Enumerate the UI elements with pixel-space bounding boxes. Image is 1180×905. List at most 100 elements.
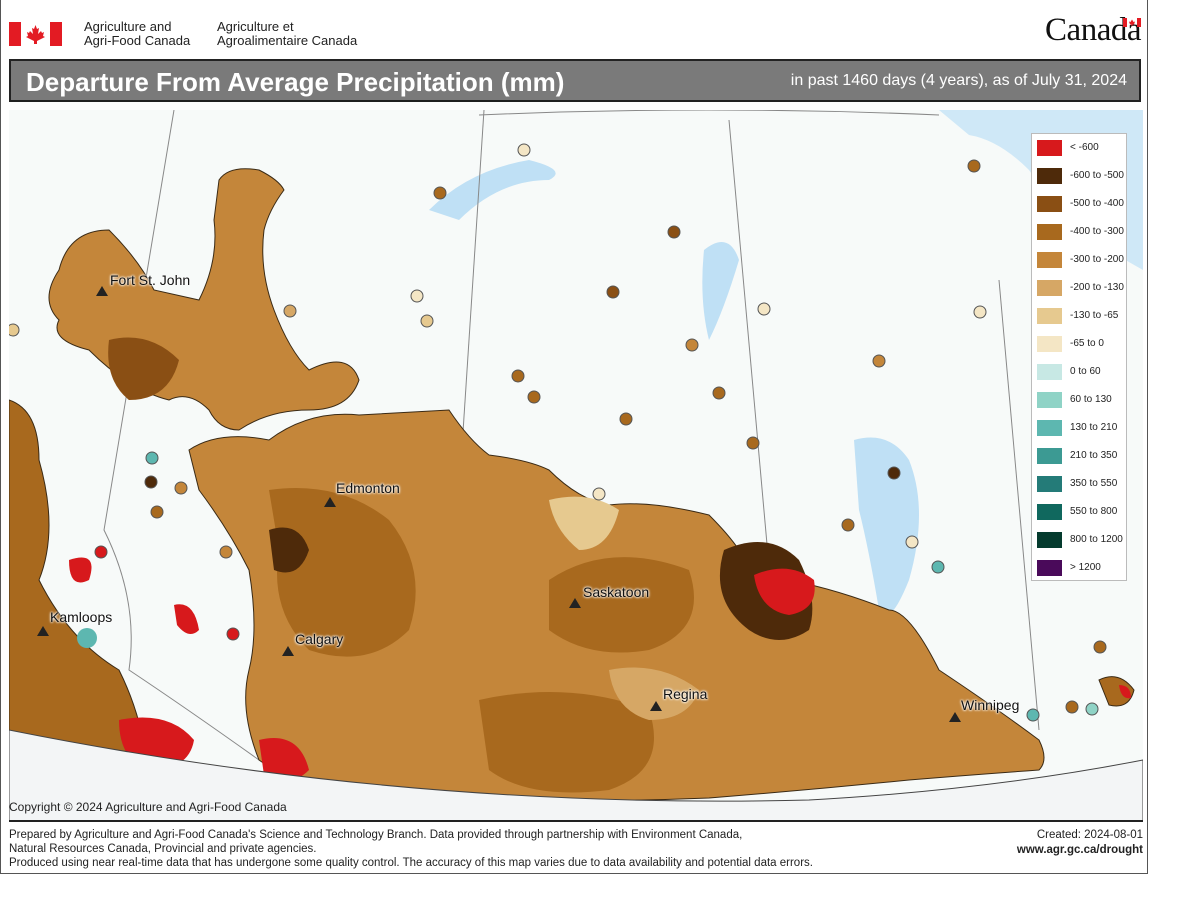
legend-item: > 1200 [1037,560,1126,588]
legend-item: 550 to 800 [1037,504,1126,532]
footer-right: Created: 2024-08-01 www.agr.gc.ca/drough… [1017,828,1143,858]
station-dot [905,535,919,549]
city-label-winnipeg: Winnipeg [961,697,1020,713]
org-name-english: Agriculture and Agri-Food Canada [84,20,190,48]
legend-swatch [1037,336,1062,352]
legend-label: 60 to 130 [1070,394,1112,405]
legend-item: -130 to -65 [1037,308,1126,336]
station-dot [527,390,541,404]
station-dot [1026,708,1040,722]
city-label-calgary: Calgary [295,631,344,647]
station-dot [410,289,424,303]
station-dot [841,518,855,532]
legend-label: 0 to 60 [1070,366,1101,377]
legend-item: -65 to 0 [1037,336,1126,364]
org-name-french: Agriculture et Agroalimentaire Canada [217,20,357,48]
station-dot [872,354,886,368]
org-en-line1: Agriculture and [84,19,172,34]
station-dot [757,302,771,316]
legend-swatch [1037,420,1062,436]
station-dot [967,159,981,173]
org-fr-line2: Agroalimentaire Canada [217,33,358,48]
legend-item: 210 to 350 [1037,448,1126,476]
map-title: Departure From Average Precipitation (mm… [26,67,565,97]
city-label-regina: Regina [663,686,708,702]
extreme-dry-bc-2 [174,604,199,634]
footer-credit-line2: Natural Resources Canada, Provincial and… [9,843,317,855]
dry-core-sask [549,557,694,653]
station-dot [973,305,987,319]
station-dot [606,285,620,299]
legend-label: -600 to -500 [1070,170,1124,181]
station-dot [685,338,699,352]
legend-label: -130 to -65 [1070,310,1119,321]
legend-swatch [1037,560,1062,576]
station-dot [94,545,108,559]
city-label-saskatoon: Saskatoon [583,584,650,600]
station-dot [145,451,159,465]
station-dot [517,143,531,157]
city-label-edmonton: Edmonton [336,480,400,496]
legend-label: 350 to 550 [1070,478,1118,489]
city-label-kamloops: Kamloops [50,609,113,625]
legend-item: 350 to 550 [1037,476,1126,504]
footer: Prepared by Agriculture and Agri-Food Ca… [9,828,1143,872]
legend-label: -400 to -300 [1070,226,1124,237]
station-dot [712,386,726,400]
station-dot [931,560,945,574]
lake-winnipeg [854,437,919,616]
extreme-dry-bc-1 [69,557,92,583]
station-dot [144,475,158,489]
legend-label: -300 to -200 [1070,254,1124,265]
drought-url-link[interactable]: www.agr.gc.ca/drought [1017,843,1143,858]
org-fr-line1: Agriculture et [217,19,294,34]
legend: < -600 -600 to -500 -500 to -400 -400 to -3… [1031,133,1127,581]
legend-label: -500 to -400 [1070,198,1124,209]
station-dot [150,505,164,519]
legend-swatch [1037,140,1062,156]
legend-item: -600 to -500 [1037,168,1126,196]
station-dot [746,436,760,450]
station-dot [433,186,447,200]
legend-item: -400 to -300 [1037,224,1126,252]
station-dot [283,304,297,318]
station-dot [226,627,240,641]
canada-flag-icon [9,22,62,46]
station-dot [1093,640,1107,654]
copyright: Copyright © 2024 Agriculture and Agri-Fo… [9,800,287,814]
legend-label: 210 to 350 [1070,450,1118,461]
legend-swatch [1037,280,1062,296]
legend-swatch [1037,532,1062,548]
legend-item: 800 to 1200 [1037,532,1126,560]
station-dot [9,323,20,337]
map-frame: Agriculture and Agri-Food Canada Agricul… [0,0,1148,874]
org-en-line2: Agri-Food Canada [84,33,191,48]
legend-swatch [1037,392,1062,408]
legend-label: > 1200 [1070,562,1101,573]
station-dot [420,314,434,328]
map-canvas [9,110,1143,820]
lake-athabasca [429,160,556,220]
city-label-fort-st-john: Fort St. John [110,272,191,288]
legend-item: -300 to -200 [1037,252,1126,280]
reindeer-lake [702,242,739,340]
legend-label: -65 to 0 [1070,338,1104,349]
created-date: Created: 2024-08-01 [1036,829,1143,841]
legend-swatch [1037,252,1062,268]
station-dot [887,466,901,480]
title-bar: Departure From Average Precipitation (mm… [9,59,1141,102]
legend-label: 130 to 210 [1070,422,1118,433]
legend-swatch [1037,364,1062,380]
legend-item: 0 to 60 [1037,364,1126,392]
footer-disclaimer: Produced using near real-time data that … [9,857,813,869]
station-dot [619,412,633,426]
legend-item: -200 to -130 [1037,280,1126,308]
legend-label: 550 to 800 [1070,506,1118,517]
legend-swatch [1037,196,1062,212]
map-subtitle: in past 1460 days (4 years), as of July … [790,72,1127,89]
wordmark-flag-icon [1123,18,1141,27]
legend-swatch [1037,448,1062,464]
precipitation-map: Fort St. John Edmonton Kamloops Calgary … [9,110,1143,822]
station-dot [667,225,681,239]
station-dot [1065,700,1079,714]
